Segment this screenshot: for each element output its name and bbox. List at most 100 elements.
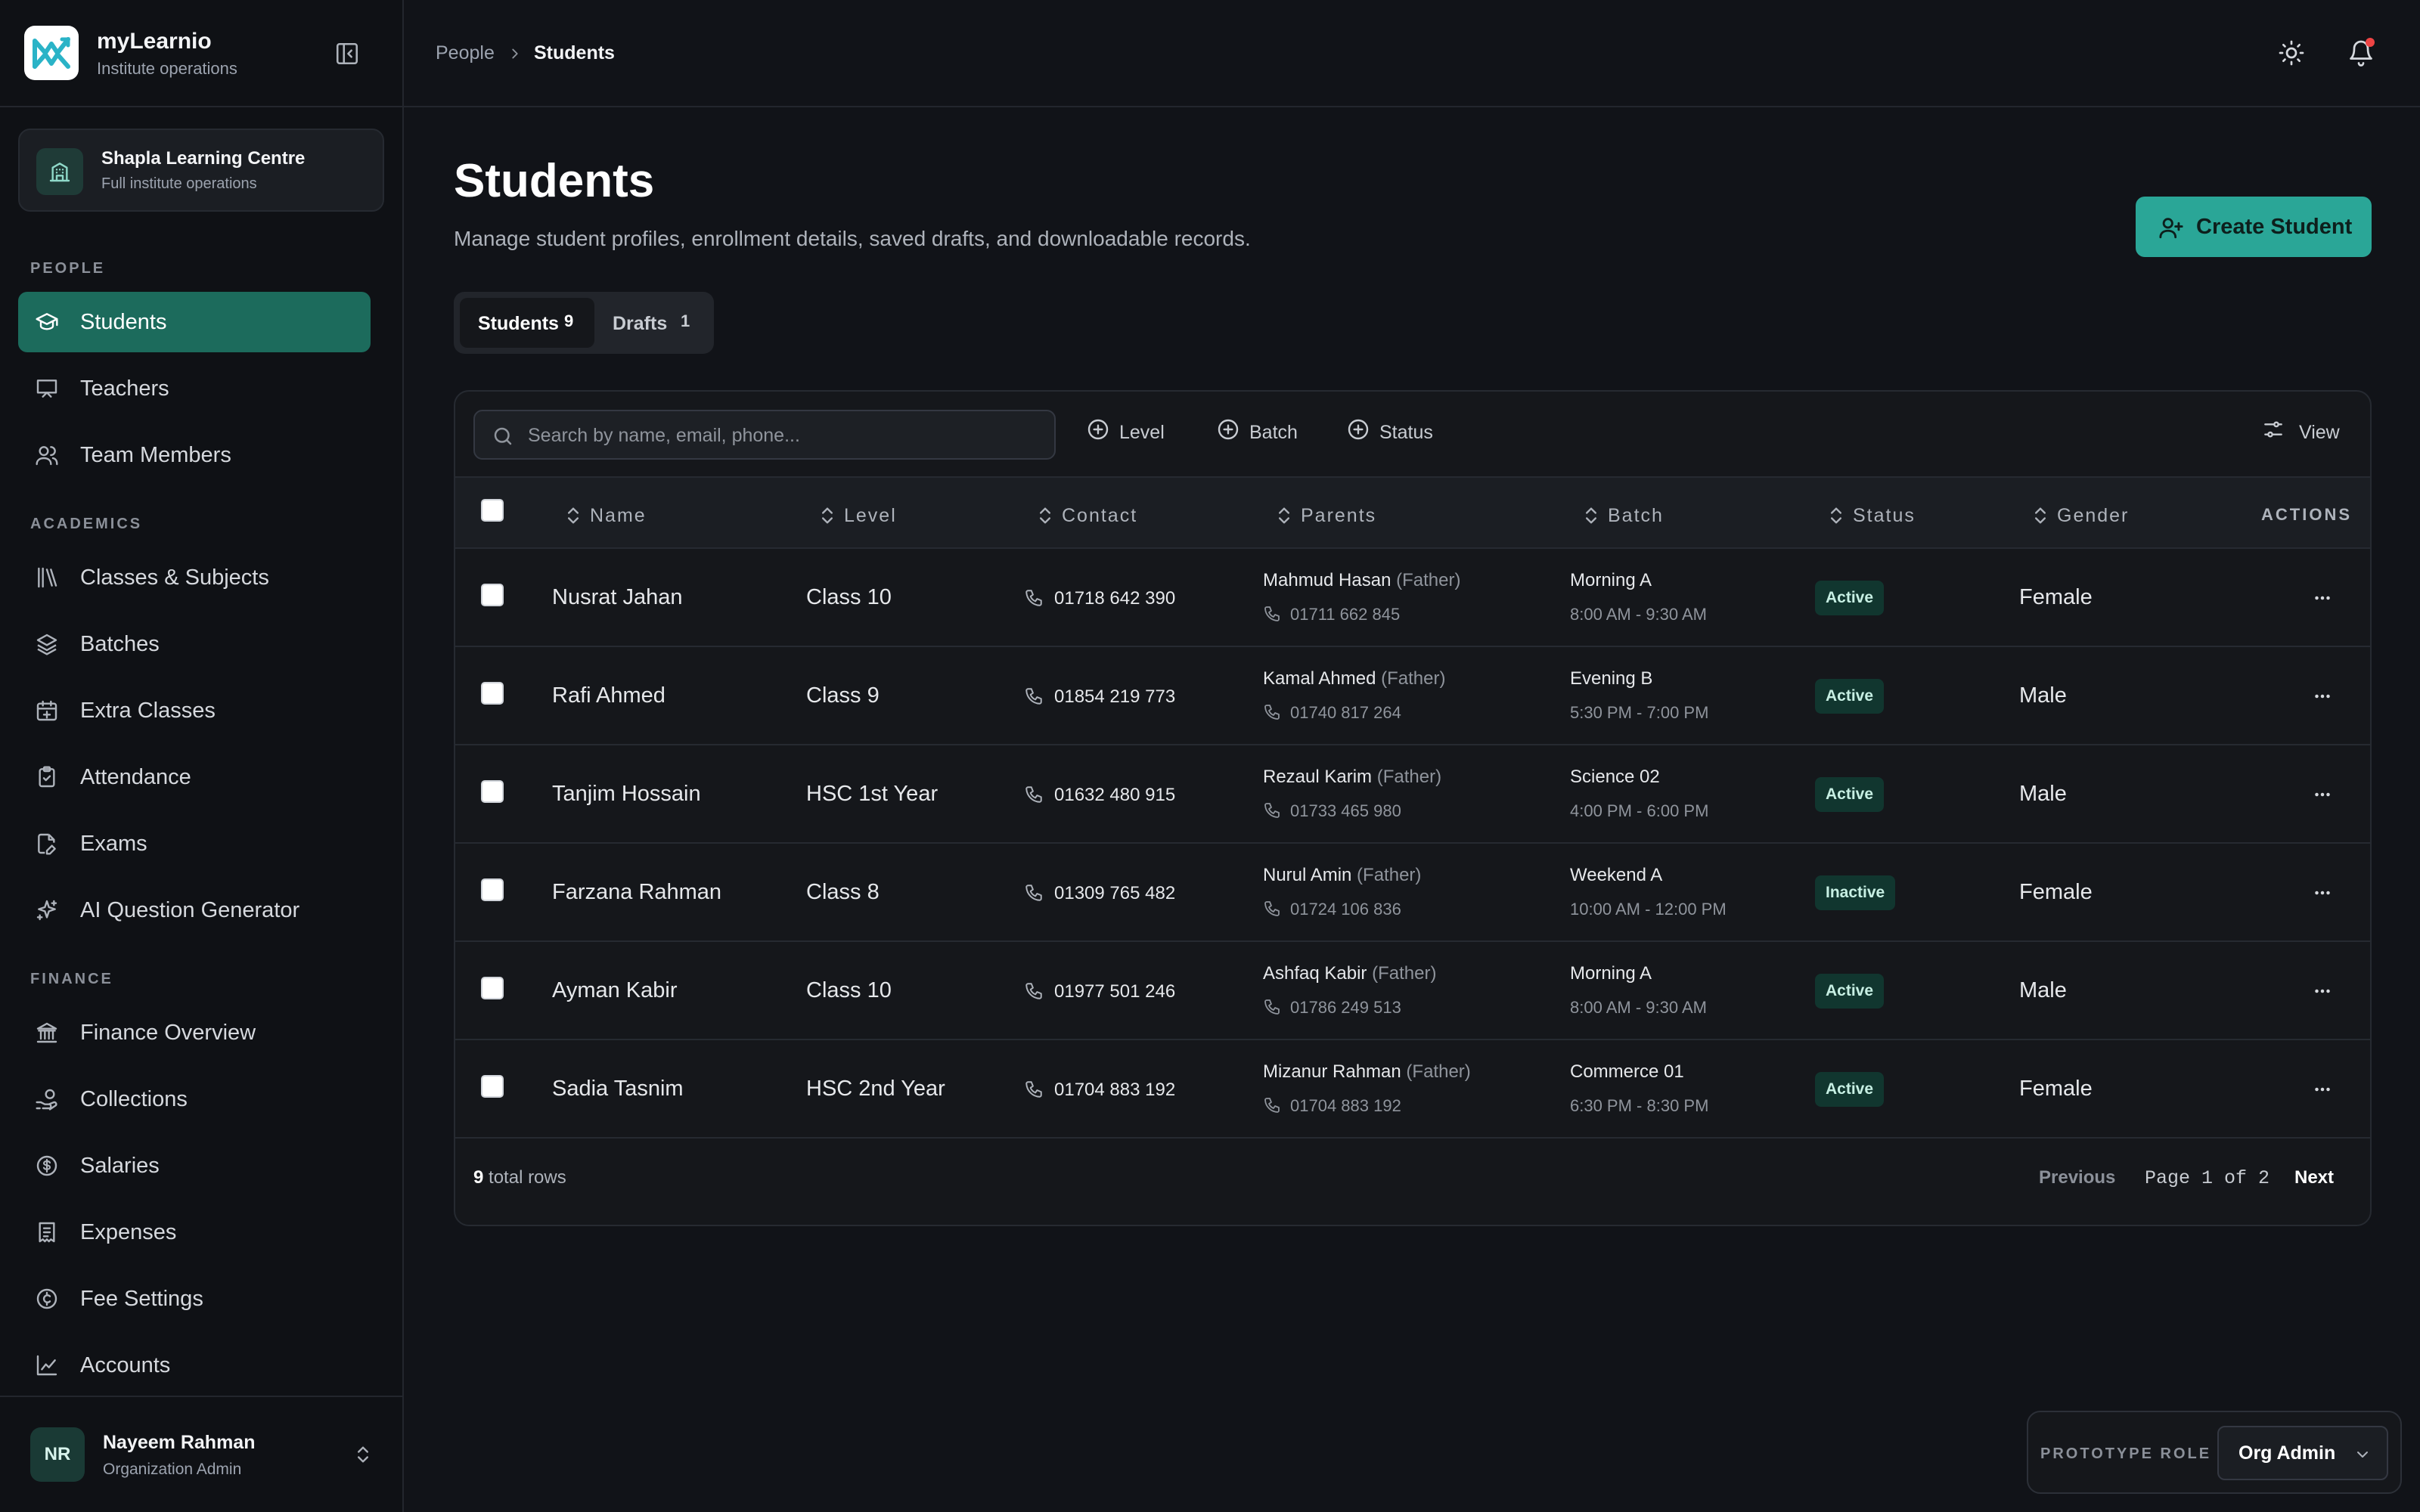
tabs: Students 9 Drafts 1 (454, 292, 714, 354)
sidebar-collapse-button[interactable] (334, 41, 360, 67)
parent-phone: 01740 817 264 (1290, 703, 1401, 722)
batch-name: Morning A (1570, 963, 1652, 984)
presentation-icon (36, 380, 57, 398)
sidebar-item-collections[interactable]: Collections (18, 1069, 371, 1129)
notification-dot (2366, 38, 2375, 47)
sidebar-item-expenses[interactable]: Expenses (18, 1202, 371, 1263)
more-horizontal-icon[interactable] (2310, 783, 2335, 806)
breadcrumb-people[interactable]: People (436, 42, 495, 64)
column-label: Parents (1301, 505, 1377, 526)
student-level: HSC 1st Year (806, 782, 939, 806)
column-label: Gender (2057, 505, 2130, 526)
phone-icon (1025, 1081, 1042, 1098)
row-checkbox[interactable] (481, 1075, 504, 1098)
contact-number: 01718 642 390 (1054, 588, 1176, 609)
sidebar-item-label: Fee Settings (80, 1287, 203, 1311)
user-menu[interactable]: NR Nayeem Rahman Organization Admin (0, 1396, 402, 1512)
row-checkbox[interactable] (481, 584, 504, 606)
status-badge: Active (1815, 581, 1885, 615)
sidebar-item-extra-classes[interactable]: Extra Classes (18, 680, 371, 741)
batch-time: 5:30 PM - 7:00 PM (1570, 703, 1709, 722)
row-checkbox[interactable] (481, 682, 504, 705)
sidebar-item-accounts[interactable]: Accounts (18, 1335, 371, 1396)
sidebar-item-salaries[interactable]: Salaries (18, 1136, 371, 1196)
tab-students[interactable]: Students 9 (460, 298, 594, 348)
parent-name: Mizanur Rahman (Father) (1263, 1061, 1471, 1083)
student-level: HSC 2nd Year (806, 1077, 945, 1101)
parent-name: Ashfaq Kabir (Father) (1263, 963, 1436, 984)
create-student-button[interactable]: Create Student (2136, 197, 2372, 257)
more-horizontal-icon[interactable] (2310, 1078, 2335, 1101)
sidebar-item-teachers[interactable]: Teachers (18, 358, 371, 419)
currency-circle-icon (36, 1288, 57, 1309)
page-title: Students (454, 155, 655, 207)
user-name: Nayeem Rahman (103, 1432, 256, 1453)
batch-time: 8:00 AM - 9:30 AM (1570, 605, 1707, 624)
sidebar-item-label: Extra Classes (80, 699, 216, 723)
phone-icon (1025, 688, 1042, 705)
select-all-checkbox[interactable] (481, 499, 504, 522)
sidebar-item-fee-settings[interactable]: Fee Settings (18, 1269, 371, 1329)
sidebar-item-label: Collections (80, 1087, 188, 1111)
more-horizontal-icon[interactable] (2310, 881, 2335, 904)
sidebar-item-exams[interactable]: Exams (18, 813, 371, 874)
sidebar-item-batches[interactable]: Batches (18, 614, 371, 674)
sidebar-item-classes-subjects[interactable]: Classes & Subjects (18, 547, 371, 608)
parent-name-text: Mizanur Rahman (1263, 1061, 1401, 1082)
landmark-icon (36, 1022, 57, 1043)
clipboard-check-icon (39, 766, 55, 788)
student-level: Class 10 (806, 978, 892, 1002)
graduation-cap-icon (36, 313, 58, 330)
sidebar-item-label: AI Question Generator (80, 898, 300, 922)
parent-name: Mahmud Hasan (Father) (1263, 570, 1460, 591)
sun-icon[interactable] (2278, 39, 2305, 67)
sidebar-item-finance-overview[interactable]: Finance Overview (18, 1002, 371, 1063)
parent-name-text: Mahmud Hasan (1263, 570, 1392, 590)
users-icon (36, 446, 58, 466)
column-header-actions: ACTIONS (2261, 505, 2352, 524)
page-description: Manage student profiles, enrollment deta… (454, 227, 1251, 250)
calendar-plus-icon (36, 700, 57, 721)
chevrons-up-down-icon[interactable] (352, 1444, 374, 1465)
phone-icon (1264, 999, 1280, 1015)
contact-number: 01977 501 246 (1054, 981, 1176, 1002)
nav-section-people: PEOPLE (30, 260, 106, 277)
row-checkbox[interactable] (481, 977, 504, 999)
library-icon (38, 567, 57, 588)
row-checkbox[interactable] (481, 780, 504, 803)
table-row[interactable]: Ayman Kabir Class 10 01977 501 246 Ashfa… (455, 942, 2370, 1040)
sidebar-item-students[interactable]: Students (18, 292, 371, 352)
app-logo[interactable] (24, 26, 79, 80)
prototype-role-select[interactable]: Org Admin (2217, 1426, 2388, 1480)
sidebar-item-label: Batches (80, 632, 160, 656)
parent-relation: (Father) (1406, 1061, 1471, 1082)
more-horizontal-icon[interactable] (2310, 980, 2335, 1002)
more-horizontal-icon[interactable] (2310, 685, 2335, 708)
row-checkbox[interactable] (481, 878, 504, 901)
batch-name: Weekend A (1570, 865, 1663, 885)
parent-relation: (Father) (1381, 668, 1446, 689)
tab-count: 1 (681, 311, 690, 330)
table-row[interactable]: Sadia Tasnim HSC 2nd Year 01704 883 192 … (455, 1040, 2370, 1139)
table-row[interactable]: Rafi Ahmed Class 9 01854 219 773 Kamal A… (455, 647, 2370, 745)
more-horizontal-icon[interactable] (2310, 587, 2335, 609)
student-gender: Male (2019, 683, 2067, 708)
sidebar-item-ai-question-generator[interactable]: AI Question Generator (18, 880, 371, 940)
student-name: Tanjim Hossain (552, 782, 701, 806)
previous-page-button[interactable]: Previous (2039, 1167, 2115, 1188)
table-row[interactable]: Farzana Rahman Class 8 01309 765 482 Nur… (455, 844, 2370, 942)
sliders-icon (2264, 421, 2282, 438)
table-row[interactable]: Tanjim Hossain HSC 1st Year 01632 480 91… (455, 745, 2370, 844)
create-student-label: Create Student (2196, 215, 2353, 239)
tab-drafts[interactable]: Drafts 1 (600, 298, 708, 348)
sidebar-item-attendance[interactable]: Attendance (18, 747, 371, 807)
organization-switcher[interactable]: Shapla Learning Centre Full institute op… (18, 129, 384, 212)
next-page-button[interactable]: Next (2294, 1167, 2334, 1188)
contact-number: 01632 480 915 (1054, 785, 1176, 805)
search-input[interactable] (528, 422, 1042, 449)
sidebar-item-team-members[interactable]: Team Members (18, 425, 371, 485)
table-row[interactable]: Nusrat Jahan Class 10 01718 642 390 Mahm… (455, 549, 2370, 647)
parent-phone: 01786 249 513 (1290, 998, 1401, 1017)
student-gender: Male (2019, 782, 2067, 806)
total-count: 9 (473, 1167, 484, 1188)
